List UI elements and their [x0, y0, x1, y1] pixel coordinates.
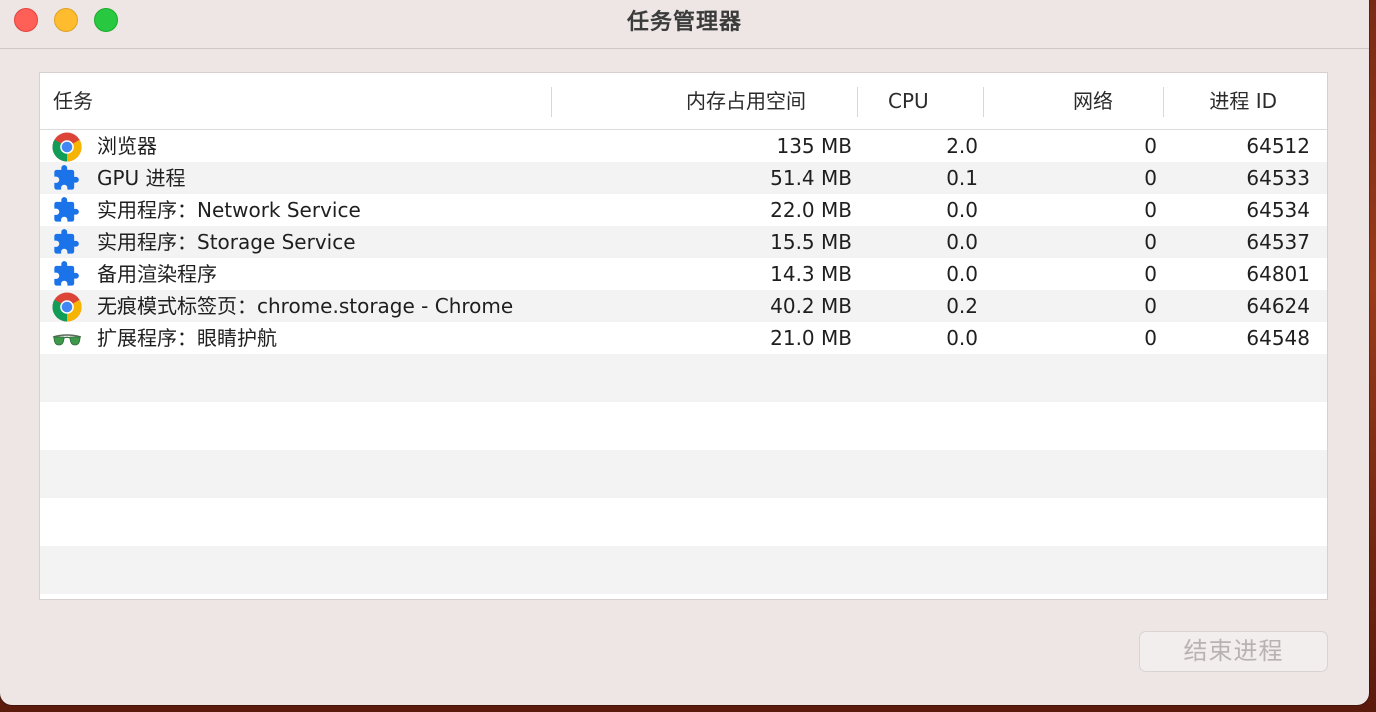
cpu-value: 2.0	[946, 134, 978, 158]
task-name: 实用程序：Storage Service	[97, 230, 356, 254]
network-value: 0	[1144, 166, 1157, 190]
chrome-icon	[52, 132, 82, 162]
memory-value: 135 MB	[776, 134, 852, 158]
table-row[interactable]: 扩展程序：眼睛护航 21.0 MB 0.0 0 64548	[40, 322, 1327, 354]
cpu-value: 0.1	[946, 166, 978, 190]
column-divider[interactable]	[1163, 87, 1164, 117]
window-title: 任务管理器	[626, 10, 742, 35]
process-id-value: 64624	[1246, 294, 1310, 318]
cpu-value: 0.0	[946, 198, 978, 222]
column-header-network[interactable]: 网络	[1073, 73, 1113, 129]
table-row[interactable]: 浏览器 135 MB 2.0 0 64512	[40, 130, 1327, 162]
task-manager-window: 任务管理器 任务 内存占用空间 CPU 网络 进程 ID 浏览器 135 MB …	[0, 0, 1369, 705]
task-name: GPU 进程	[97, 166, 186, 190]
memory-value: 14.3 MB	[770, 262, 852, 286]
network-value: 0	[1144, 326, 1157, 350]
table-row[interactable]: 实用程序：Storage Service 15.5 MB 0.0 0 64537	[40, 226, 1327, 258]
network-value: 0	[1144, 294, 1157, 318]
process-id-value: 64534	[1246, 198, 1310, 222]
memory-value: 40.2 MB	[770, 294, 852, 318]
cpu-value: 0.0	[946, 326, 978, 350]
glasses-icon	[52, 324, 82, 352]
task-list: 浏览器 135 MB 2.0 0 64512 GPU 进程 51.4 MB 0.…	[40, 130, 1327, 354]
chrome-icon	[52, 292, 82, 322]
network-value: 0	[1144, 198, 1157, 222]
puzzle-piece-icon	[52, 260, 82, 288]
memory-value: 15.5 MB	[770, 230, 852, 254]
column-divider[interactable]	[551, 87, 552, 117]
empty-row	[40, 354, 1327, 402]
task-name: 备用渲染程序	[97, 262, 217, 286]
table-row[interactable]: 实用程序：Network Service 22.0 MB 0.0 0 64534	[40, 194, 1327, 226]
title-bar: 任务管理器	[0, 0, 1369, 49]
task-name: 扩展程序：眼睛护航	[97, 326, 277, 350]
memory-value: 51.4 MB	[770, 166, 852, 190]
task-name: 浏览器	[97, 134, 157, 158]
column-header-task[interactable]: 任务	[53, 73, 93, 129]
process-id-value: 64548	[1246, 326, 1310, 350]
column-header-memory[interactable]: 内存占用空间	[686, 73, 806, 129]
cpu-value: 0.2	[946, 294, 978, 318]
cpu-value: 0.0	[946, 230, 978, 254]
empty-row	[40, 450, 1327, 498]
task-name: 实用程序：Network Service	[97, 198, 361, 222]
table-header: 任务 内存占用空间 CPU 网络 进程 ID	[40, 73, 1327, 130]
puzzle-piece-icon	[52, 196, 82, 224]
table-row[interactable]: GPU 进程 51.4 MB 0.1 0 64533	[40, 162, 1327, 194]
task-table: 任务 内存占用空间 CPU 网络 进程 ID 浏览器 135 MB 2.0 0 …	[39, 72, 1328, 600]
process-id-value: 64533	[1246, 166, 1310, 190]
empty-row	[40, 498, 1327, 546]
network-value: 0	[1144, 230, 1157, 254]
puzzle-piece-icon	[52, 164, 82, 192]
column-header-pid[interactable]: 进程 ID	[1209, 73, 1277, 129]
network-value: 0	[1144, 262, 1157, 286]
cpu-value: 0.0	[946, 262, 978, 286]
process-id-value: 64512	[1246, 134, 1310, 158]
process-id-value: 64537	[1246, 230, 1310, 254]
table-row[interactable]: 无痕模式标签页：chrome.storage - Chrome 40.2 MB …	[40, 290, 1327, 322]
network-value: 0	[1144, 134, 1157, 158]
empty-row	[40, 402, 1327, 450]
column-divider[interactable]	[857, 87, 858, 117]
table-row[interactable]: 备用渲染程序 14.3 MB 0.0 0 64801	[40, 258, 1327, 290]
memory-value: 21.0 MB	[770, 326, 852, 350]
empty-row	[40, 546, 1327, 594]
memory-value: 22.0 MB	[770, 198, 852, 222]
column-divider[interactable]	[983, 87, 984, 117]
puzzle-piece-icon	[52, 228, 82, 256]
end-process-button[interactable]: 结束进程	[1139, 631, 1328, 672]
process-id-value: 64801	[1246, 262, 1310, 286]
task-name: 无痕模式标签页：chrome.storage - Chrome	[97, 294, 514, 318]
column-header-cpu[interactable]: CPU	[888, 73, 929, 129]
